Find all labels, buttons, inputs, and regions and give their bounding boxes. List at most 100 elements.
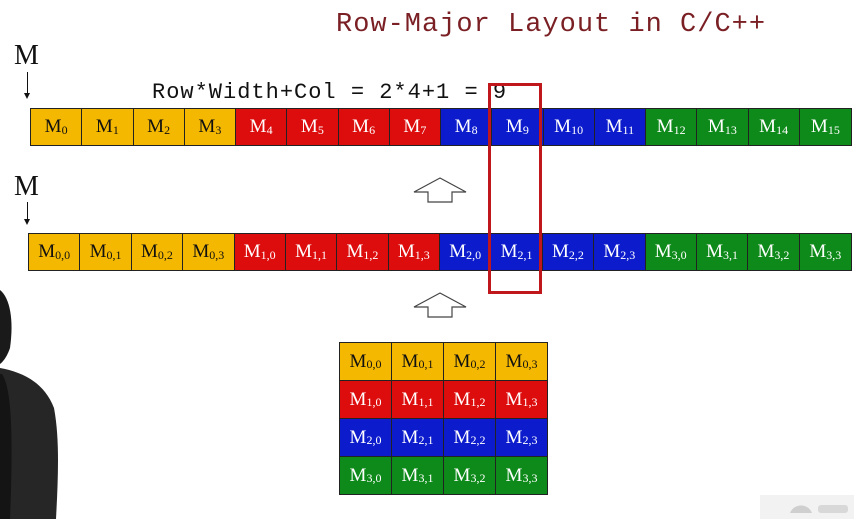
- element-name: M: [505, 388, 523, 410]
- up-arrow-icon: [413, 292, 467, 318]
- memory-cell: M0: [31, 109, 83, 145]
- memory-cell: M 3,1: [696, 234, 749, 270]
- element-index: 1,0: [260, 247, 276, 262]
- element-index: 7: [420, 122, 427, 137]
- element-name: M: [349, 426, 367, 448]
- pointer-arrow-middle-icon: [24, 202, 30, 225]
- element-index: 3,2: [470, 471, 486, 485]
- element-name: M: [551, 241, 569, 262]
- memory-cell: M 3,2: [748, 234, 800, 270]
- element-name: M: [300, 116, 318, 137]
- memory-cell: M2: [133, 109, 185, 145]
- element-index: 10: [571, 122, 584, 137]
- slide-title: Row-Major Layout in C/C++: [336, 10, 767, 40]
- element-name: M: [44, 116, 62, 137]
- element-name: M: [403, 116, 421, 137]
- element-index: 2,3: [522, 433, 538, 447]
- element-index: 0,0: [55, 247, 71, 262]
- element-index: 1,2: [470, 395, 486, 409]
- element-index: 2: [164, 122, 171, 137]
- linear-memory-row: M 0 M 1 M 2 M 3 M 4 M 5 M 6 M 7 M 8 M 9 M 10 M 11 M 12 M 13 M 14 M 15: [30, 108, 852, 146]
- pointer-arrow-top-icon: [24, 72, 30, 99]
- element-index: 2,1: [418, 433, 434, 447]
- memory-cell: M 1,2: [337, 234, 389, 270]
- memory-cell: M 0,3: [183, 234, 235, 270]
- memory-cell: M 3,3: [799, 234, 851, 270]
- matrix-cell: M 2,2: [444, 419, 496, 457]
- memory-cell: M 14: [748, 109, 800, 145]
- element-index: 15: [827, 122, 840, 137]
- element-index: 1,1: [312, 247, 328, 262]
- element-index: 1: [112, 122, 119, 137]
- element-name: M: [243, 241, 261, 262]
- element-index: 2,0: [466, 247, 482, 262]
- element-index: 1,3: [522, 395, 538, 409]
- element-index: 8: [471, 122, 478, 137]
- element-name: M: [192, 241, 210, 262]
- matrix-cell: M 2,3: [496, 419, 548, 457]
- element-name: M: [352, 116, 370, 137]
- element-name: M: [453, 464, 471, 486]
- memory-cell: M 12: [646, 109, 698, 145]
- element-name: M: [147, 116, 165, 137]
- element-index: 3,1: [418, 471, 434, 485]
- element-name: M: [349, 464, 367, 486]
- matrix-cell: M 3,0: [340, 457, 392, 495]
- matrix-label-top: M: [14, 40, 39, 71]
- element-index: 2,2: [470, 433, 486, 447]
- element-name: M: [505, 426, 523, 448]
- element-name: M: [810, 116, 828, 137]
- element-index: 2,2: [568, 247, 584, 262]
- element-index: 0,3: [209, 247, 225, 262]
- element-index: 0,1: [418, 357, 434, 371]
- matrix-cell: M 2,0: [340, 419, 392, 457]
- element-index: 1,2: [363, 247, 379, 262]
- element-index: 0,0: [366, 357, 382, 371]
- matrix-cell: M 3,3: [496, 457, 548, 495]
- element-name: M: [397, 241, 415, 262]
- matrix-cell: M 1,0: [340, 381, 392, 419]
- element-index: 0,1: [106, 247, 122, 262]
- element-name: M: [809, 241, 827, 262]
- element-index: 12: [673, 122, 686, 137]
- memory-cell: M 0,1: [80, 234, 132, 270]
- matrix-cell: M 2,1: [392, 419, 444, 457]
- element-name: M: [401, 426, 419, 448]
- element-name: M: [505, 350, 523, 372]
- element-index: 3,2: [774, 247, 790, 262]
- element-index: 6: [369, 122, 376, 137]
- matrix-cell: M 1,3: [496, 381, 548, 419]
- element-name: M: [346, 241, 364, 262]
- element-name: M: [95, 116, 113, 137]
- element-index: 4: [266, 122, 273, 137]
- memory-cell: M 2,2: [542, 234, 595, 270]
- element-name: M: [349, 388, 367, 410]
- element-name: M: [89, 241, 107, 262]
- memory-cell: M 0,0: [29, 234, 81, 270]
- memory-cell: M 1,1: [285, 234, 338, 270]
- element-name: M: [656, 116, 674, 137]
- memory-cell: M 13: [697, 109, 749, 145]
- element-index: 0,3: [522, 357, 538, 371]
- element-name: M: [198, 116, 216, 137]
- element-index: 1,1: [418, 395, 434, 409]
- matrix-cell: M 1,2: [444, 381, 496, 419]
- element-name: M: [140, 241, 158, 262]
- element-index: 2,3: [620, 247, 636, 262]
- element-name: M: [505, 464, 523, 486]
- element-index: 14: [776, 122, 789, 137]
- element-name: M: [603, 241, 621, 262]
- element-index: 0,2: [157, 247, 173, 262]
- memory-cell: M3: [184, 109, 236, 145]
- memory-cell: M7: [389, 109, 441, 145]
- matrix-label-middle: M: [14, 171, 39, 202]
- memory-cell: M8: [441, 109, 493, 145]
- element-name: M: [453, 426, 471, 448]
- memory-cell: M 0,2: [131, 234, 184, 270]
- element-name: M: [295, 241, 313, 262]
- element-index: 0,2: [470, 357, 486, 371]
- matrix-cell: M 1,1: [392, 381, 444, 419]
- element-name: M: [453, 388, 471, 410]
- memory-cell: M 10: [543, 109, 595, 145]
- element-index: 1,3: [414, 247, 430, 262]
